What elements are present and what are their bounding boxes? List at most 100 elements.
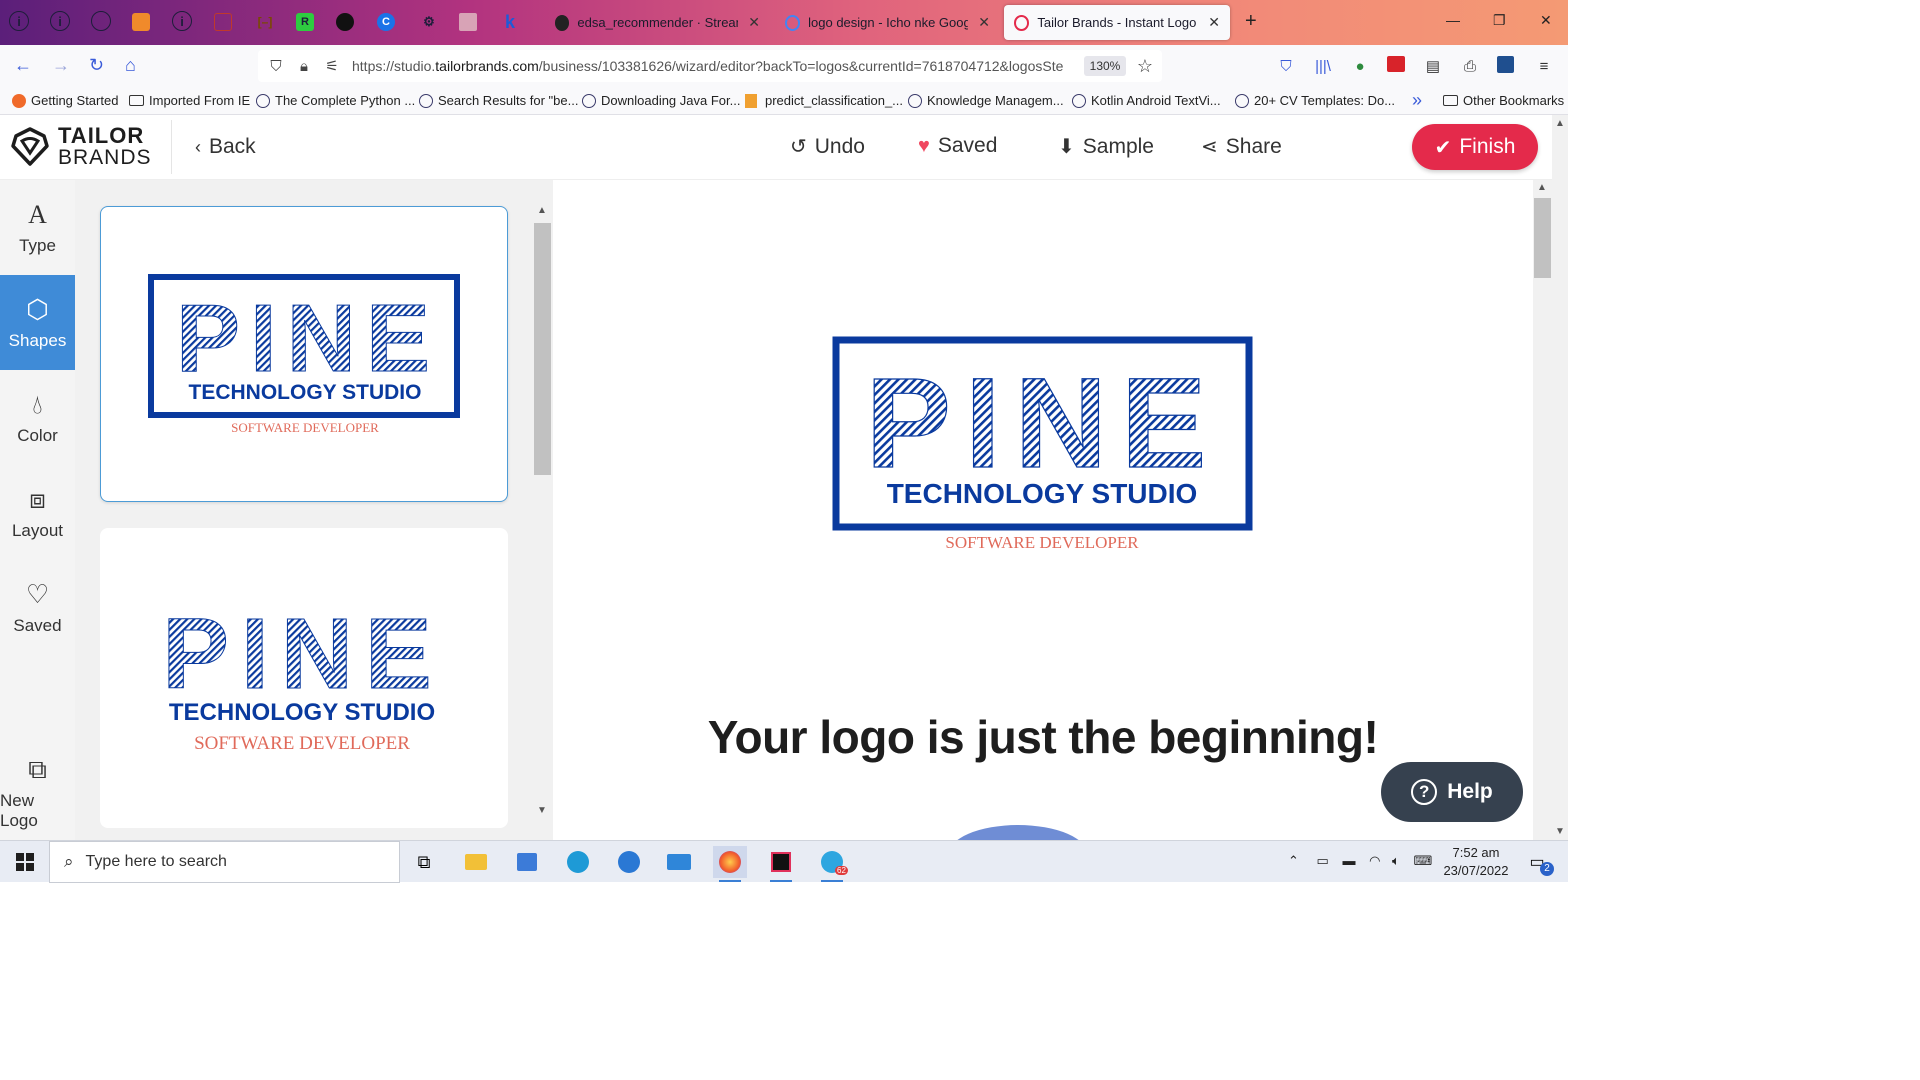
- panel-scrollbar[interactable]: ▲ ▼: [534, 205, 551, 820]
- pinned-tab-info-icon[interactable]: i: [50, 11, 70, 31]
- scroll-up-arrow[interactable]: ▲: [1537, 182, 1547, 193]
- compass-icon[interactable]: [612, 846, 646, 878]
- undo-button[interactable]: ↺ Undo: [790, 134, 865, 159]
- scroll-down-arrow[interactable]: ▼: [1555, 826, 1565, 837]
- pinned-tab-info-icon[interactable]: i: [9, 11, 29, 31]
- permissions-icon[interactable]: ⚟: [322, 56, 342, 76]
- pinned-tab-box-icon[interactable]: [132, 13, 150, 31]
- system-clock[interactable]: 7:52 am 23/07/2022: [1440, 844, 1512, 880]
- scroll-up-arrow[interactable]: ▲: [1555, 118, 1565, 129]
- brand-mark-icon: [11, 127, 49, 166]
- pinned-tab-globe-icon[interactable]: [91, 11, 111, 31]
- pinned-tab-qr-icon[interactable]: [459, 13, 477, 31]
- pinned-tab-bracket-icon[interactable]: [–]: [254, 11, 276, 33]
- intellij-icon[interactable]: [764, 846, 798, 882]
- scroll-up-arrow[interactable]: ▲: [537, 205, 547, 216]
- document-icon[interactable]: ▤: [1423, 56, 1443, 76]
- logo-option-card[interactable]: PINE TECHNOLOGY STUDIO SOFTWARE DEVELOPE…: [100, 528, 508, 828]
- store-icon[interactable]: [510, 846, 544, 878]
- tab-tailor-brands[interactable]: Tailor Brands - Instant Logo Ma ✕: [1004, 5, 1230, 40]
- url-bar[interactable]: ⛉ 🔒︎ ⚟ https://studio.tailorbrands.com/b…: [258, 50, 1162, 82]
- lock-icon[interactable]: 🔒︎: [294, 56, 314, 76]
- scrollbar-thumb[interactable]: [534, 223, 551, 475]
- page-scrollbar[interactable]: ▲ ▼: [1552, 115, 1568, 840]
- print-icon[interactable]: ⎙: [1460, 56, 1480, 76]
- share-button[interactable]: ⋖ Share: [1201, 134, 1282, 159]
- keyboard-icon[interactable]: ⌨: [1413, 853, 1432, 868]
- zoom-level[interactable]: 130%: [1084, 56, 1126, 76]
- close-icon[interactable]: ✕: [1208, 14, 1220, 31]
- bookmark-item[interactable]: Downloading Java For...: [582, 93, 740, 108]
- back-button[interactable]: ‹ Back: [195, 135, 256, 159]
- pinned-tab-github-icon[interactable]: [336, 13, 354, 31]
- tab-google[interactable]: logo design - Icho nke Google ✕: [775, 5, 1000, 40]
- pinned-tab-chart-icon[interactable]: [214, 13, 232, 31]
- telegram-icon[interactable]: 62: [815, 846, 849, 882]
- sidebar-item-color[interactable]: 💧︎ Color: [0, 370, 75, 465]
- home-icon[interactable]: ⌂: [125, 55, 136, 76]
- pinned-tab-k-icon[interactable]: k: [499, 11, 521, 33]
- pinned-tab-bike-icon[interactable]: ⚙: [418, 11, 440, 33]
- bookmark-item[interactable]: Getting Started: [12, 93, 118, 108]
- sidebar-item-saved[interactable]: ♡ Saved: [0, 560, 75, 655]
- canvas-scrollbar[interactable]: ▲: [1533, 180, 1552, 840]
- edge-icon[interactable]: [561, 846, 595, 878]
- stats-icon[interactable]: [1497, 56, 1514, 73]
- finish-button[interactable]: ✔ Finish: [1412, 124, 1538, 170]
- taskbar-search[interactable]: ⌕ Type here to search: [49, 841, 400, 883]
- pinned-tab-r-icon[interactable]: R: [296, 13, 314, 31]
- pinned-tab-c-icon[interactable]: C: [377, 13, 395, 31]
- task-view-icon[interactable]: ⧉: [407, 846, 441, 878]
- bookmark-item[interactable]: 20+ CV Templates: Do...: [1235, 93, 1395, 108]
- logo-main-preview[interactable]: PINE TECHNOLOGY STUDIO SOFTWARE DEVELOPE…: [553, 180, 1533, 600]
- menu-icon[interactable]: ≡: [1534, 56, 1554, 76]
- library-icon[interactable]: |||\: [1313, 56, 1333, 76]
- other-bookmarks-folder[interactable]: Other Bookmarks: [1443, 93, 1564, 108]
- bookmark-folder[interactable]: Imported From IE: [129, 93, 250, 108]
- saved-button[interactable]: ♥ Saved: [918, 134, 997, 158]
- scroll-down-arrow[interactable]: ▼: [537, 805, 547, 816]
- bookmark-item[interactable]: Knowledge Managem...: [908, 93, 1064, 108]
- extension-globe-icon[interactable]: ●: [1350, 56, 1370, 76]
- bookmark-item[interactable]: predict_classification_...: [745, 93, 903, 108]
- battery-icon[interactable]: ▬: [1342, 853, 1355, 868]
- forward-arrow-icon[interactable]: →: [52, 55, 70, 76]
- close-icon[interactable]: ✕: [748, 14, 760, 31]
- pinned-tab-info-icon[interactable]: i: [172, 11, 192, 31]
- sidebar-item-layout[interactable]: ⧈ Layout: [0, 465, 75, 560]
- sidebar-item-new-logo[interactable]: ⧉ New Logo: [0, 745, 75, 840]
- tailor-brands-logo[interactable]: TAILOR BRANDS: [10, 125, 152, 169]
- mail-icon[interactable]: [662, 846, 696, 878]
- bookmark-item[interactable]: Kotlin Android TextVi...: [1072, 93, 1221, 108]
- notifications-icon[interactable]: ▭ 2: [1520, 846, 1554, 878]
- sample-button[interactable]: ⬇ Sample: [1058, 134, 1154, 159]
- close-icon[interactable]: ✕: [978, 14, 990, 31]
- file-explorer-icon[interactable]: [459, 846, 493, 878]
- shield-icon[interactable]: ⛉: [266, 56, 286, 76]
- notification-count: 2: [1540, 862, 1554, 876]
- tab-streamlit[interactable]: edsa_recommender · Streamlit ✕: [545, 5, 770, 40]
- minimize-button[interactable]: —: [1446, 12, 1460, 28]
- meet-icon[interactable]: ▭: [1317, 853, 1329, 868]
- close-window-button[interactable]: ✕: [1540, 12, 1552, 29]
- volume-icon[interactable]: 🔈︎: [1392, 853, 1400, 868]
- bookmark-item[interactable]: Search Results for "be...: [419, 93, 578, 108]
- star-icon[interactable]: ☆: [1135, 56, 1155, 76]
- scrollbar-thumb[interactable]: [1534, 198, 1551, 278]
- sidebar-item-shapes[interactable]: ⬡ Shapes: [0, 275, 75, 370]
- start-button[interactable]: [0, 841, 49, 883]
- pocket-icon[interactable]: ⛉: [1276, 56, 1296, 76]
- sidebar-item-type[interactable]: A Type: [0, 180, 75, 275]
- new-tab-button[interactable]: +: [1245, 10, 1257, 33]
- reload-icon[interactable]: ↻: [89, 55, 104, 76]
- back-arrow-icon[interactable]: ←: [14, 55, 32, 76]
- chevron-up-icon[interactable]: ⌃: [1288, 853, 1299, 868]
- help-button[interactable]: ? Help: [1381, 762, 1523, 822]
- logo-option-card[interactable]: PINE TECHNOLOGY STUDIO SOFTWARE DEVELOPE…: [100, 206, 508, 502]
- firefox-icon[interactable]: [713, 846, 747, 882]
- restore-button[interactable]: ❐: [1493, 12, 1506, 29]
- more-bookmarks-button[interactable]: »: [1412, 90, 1422, 111]
- bookmark-item[interactable]: The Complete Python ...: [256, 93, 415, 108]
- wifi-icon[interactable]: ◠: [1369, 853, 1380, 868]
- extension-red-icon[interactable]: [1387, 56, 1405, 72]
